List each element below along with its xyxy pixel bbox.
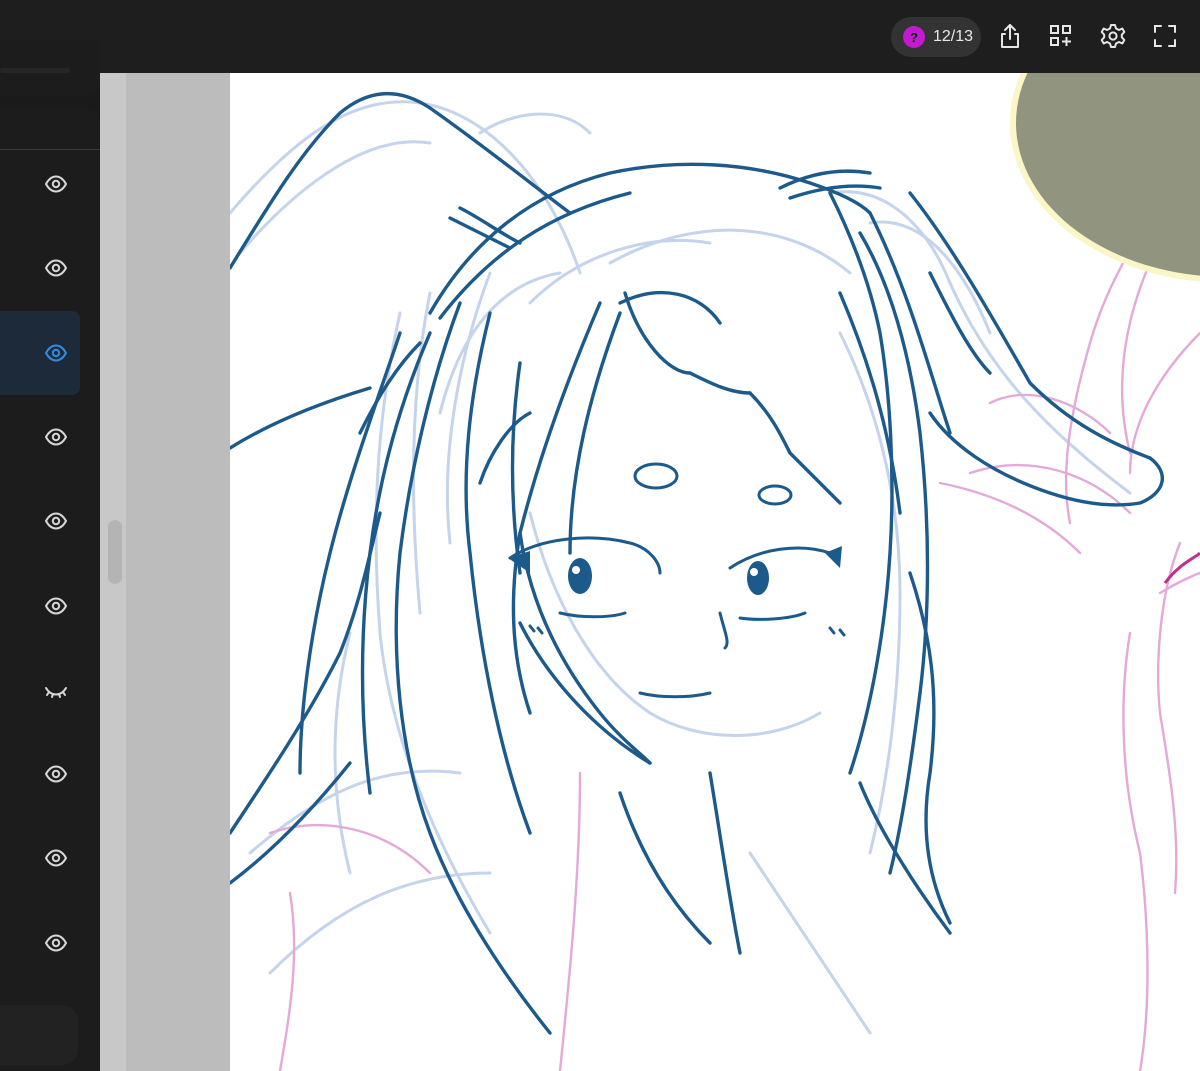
eye-icon[interactable] xyxy=(44,256,68,280)
help-progress-badge[interactable]: ? 12/13 xyxy=(891,17,981,57)
canvas-margin xyxy=(126,73,230,1071)
question-mark-icon: ? xyxy=(903,26,925,48)
brush-panel-edge xyxy=(0,40,100,96)
layer-row[interactable] xyxy=(0,142,80,226)
top-toolbar: ? 12/13 xyxy=(0,0,1200,73)
eye-icon[interactable] xyxy=(44,931,68,955)
eye-icon[interactable] xyxy=(44,846,68,870)
sketch-artwork xyxy=(230,91,1200,1071)
canvas-drag-handle[interactable] xyxy=(108,520,122,584)
progress-counter: 12/13 xyxy=(933,28,974,45)
eye-icon[interactable] xyxy=(44,762,68,786)
layer-row[interactable] xyxy=(0,564,80,648)
floating-panel-button[interactable] xyxy=(0,1005,78,1065)
settings-gear-icon[interactable] xyxy=(1099,22,1127,50)
eye-closed-icon[interactable] xyxy=(44,678,68,702)
layer-row[interactable] xyxy=(0,226,80,310)
drawing-canvas[interactable] xyxy=(230,73,1200,1071)
layer-row[interactable] xyxy=(0,816,80,900)
layer-row[interactable] xyxy=(0,901,80,985)
eye-icon[interactable] xyxy=(44,594,68,618)
panel-grabber[interactable] xyxy=(0,68,70,73)
eye-icon[interactable] xyxy=(44,172,68,196)
add-widget-icon[interactable] xyxy=(1047,22,1075,50)
eye-icon[interactable] xyxy=(44,341,68,365)
share-icon[interactable] xyxy=(996,22,1024,50)
layer-row[interactable] xyxy=(0,310,80,395)
eye-icon[interactable] xyxy=(44,509,68,533)
layer-row[interactable] xyxy=(0,479,80,563)
eye-icon[interactable] xyxy=(44,425,68,449)
layer-row[interactable] xyxy=(0,648,80,732)
layer-row[interactable] xyxy=(0,732,80,816)
layer-row[interactable] xyxy=(0,395,80,479)
fullscreen-icon[interactable] xyxy=(1151,22,1179,50)
